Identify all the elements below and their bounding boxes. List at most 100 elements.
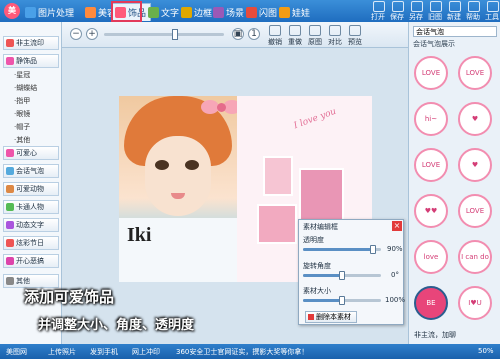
left-subcategory-3[interactable]: ·指甲 bbox=[14, 96, 30, 106]
status-bar: 美图网 上传照片 发到手机 网上冲印 360安全卫士官网证实，撰影大奖等你拿！ 50% bbox=[0, 344, 500, 359]
left-subcategory-1[interactable]: ·星冠 bbox=[14, 70, 30, 80]
tool-icon bbox=[430, 1, 442, 12]
fit-button[interactable]: ▣ bbox=[232, 28, 244, 40]
size-label: 素材大小 bbox=[303, 287, 331, 295]
status-link-3[interactable]: 发到手机 bbox=[90, 347, 118, 357]
tool-icon bbox=[487, 1, 499, 12]
toolbar-button-2[interactable]: 重做 bbox=[286, 25, 304, 46]
toolbar-button-label: 原图 bbox=[308, 38, 322, 46]
sticker-6[interactable]: ♥ bbox=[458, 148, 492, 182]
category-label: 开心恶搞 bbox=[16, 257, 44, 265]
tab-icon bbox=[85, 6, 96, 18]
left-eye-shape bbox=[155, 160, 169, 170]
sticker-4[interactable]: ♥ bbox=[458, 102, 492, 136]
tab-8[interactable]: 娃娃 bbox=[276, 3, 314, 21]
category-search-input[interactable]: 会话气泡 bbox=[413, 26, 497, 37]
sticker-11[interactable]: BE HAPPY bbox=[414, 286, 448, 320]
tab-icon bbox=[246, 6, 257, 18]
collage-photo-3 bbox=[257, 204, 297, 244]
category-icon bbox=[6, 185, 14, 193]
sticker-12[interactable]: I♥U bbox=[458, 286, 492, 320]
sticker-panel-header: 会话气泡展示 bbox=[413, 40, 455, 48]
status-link-2[interactable]: 上传照片 bbox=[48, 347, 76, 357]
toolbar-button-4[interactable]: 对比 bbox=[326, 25, 344, 46]
rotate-label: 旋转角度 bbox=[303, 262, 331, 270]
left-subcategory-4[interactable]: ·眼镜 bbox=[14, 109, 30, 119]
delete-material-button[interactable]: 删除本素材 bbox=[305, 311, 357, 323]
delete-material-label: 删除本素材 bbox=[316, 312, 351, 321]
left-category-8[interactable]: 炫彩节日 bbox=[3, 236, 59, 250]
left-category-3[interactable]: 可爱心 bbox=[3, 146, 59, 160]
collage-photo-1 bbox=[263, 156, 293, 196]
category-label: 可爱动物 bbox=[16, 185, 44, 193]
opacity-value: 90% bbox=[387, 245, 403, 253]
left-category-2[interactable]: 静饰品 bbox=[3, 54, 59, 68]
status-center-text[interactable]: 360安全卫士官网证实，撰影大奖等你拿！ bbox=[176, 347, 308, 357]
toolbar-button-1[interactable]: 撤销 bbox=[266, 25, 284, 46]
delete-icon bbox=[308, 314, 314, 320]
portrait-image: Iki bbox=[119, 96, 237, 282]
category-label: 会话气泡 bbox=[16, 167, 44, 175]
toolbar-button-label: 重做 bbox=[288, 38, 302, 46]
left-category-5[interactable]: 可爱动物 bbox=[3, 182, 59, 196]
category-icon bbox=[6, 277, 14, 285]
sticker-7[interactable]: ♥♥ bbox=[414, 194, 448, 228]
face-shape bbox=[145, 136, 211, 216]
size-slider-knob[interactable] bbox=[339, 296, 345, 305]
left-category-4[interactable]: 会话气泡 bbox=[3, 164, 59, 178]
left-category-9[interactable]: 开心恶搞 bbox=[3, 254, 59, 268]
photo-label: Iki bbox=[127, 224, 152, 246]
category-icon bbox=[6, 167, 14, 175]
sticker-8[interactable]: LOVE bbox=[458, 194, 492, 228]
sticker-2[interactable]: LOVE bbox=[458, 56, 492, 90]
top-tool-label: 打开 bbox=[371, 13, 385, 21]
sticker-1[interactable]: LOVE bbox=[414, 56, 448, 90]
left-subcategory-2[interactable]: ·蝴蝶结 bbox=[14, 83, 37, 93]
zoom-slider[interactable] bbox=[104, 33, 224, 36]
zoom-slider-knob[interactable] bbox=[172, 29, 178, 40]
top-tool-7[interactable]: 工具 bbox=[480, 1, 500, 21]
toolbar-button-icon bbox=[309, 25, 321, 36]
toolbar-button-label: 撤销 bbox=[268, 38, 282, 46]
tool-icon bbox=[373, 1, 385, 12]
status-link-1[interactable]: 美图网 bbox=[6, 347, 27, 357]
rotate-slider-fill bbox=[303, 274, 342, 277]
left-category-6[interactable]: 卡通人物 bbox=[3, 200, 59, 214]
left-category-1[interactable]: 非主流印 bbox=[3, 36, 59, 50]
tab-label: 图片处理 bbox=[38, 8, 75, 19]
tab-icon bbox=[148, 6, 159, 18]
dialog-close-button[interactable]: × bbox=[392, 221, 402, 231]
tab-label: 娃娃 bbox=[292, 8, 311, 19]
top-tool-label: 工具 bbox=[485, 13, 499, 21]
tab-1[interactable]: 图片处理 bbox=[22, 3, 78, 21]
caption-line-2: 并调整大小、角度、透明度 bbox=[38, 318, 195, 333]
zoom-in-button[interactable]: + bbox=[86, 28, 98, 40]
actual-size-button[interactable]: 1 bbox=[248, 28, 260, 40]
top-tool-label: 保存 bbox=[390, 13, 404, 21]
right-footer-link[interactable]: 非主流，加聊 bbox=[414, 330, 456, 340]
sticker-5[interactable]: LOVE bbox=[414, 148, 448, 182]
left-category-7[interactable]: 动态文字 bbox=[3, 218, 59, 232]
opacity-slider-knob[interactable] bbox=[370, 245, 377, 254]
toolbar-button-icon bbox=[349, 25, 361, 36]
right-eye-shape bbox=[185, 160, 199, 170]
category-label: 炫彩节日 bbox=[16, 239, 44, 247]
sticker-10[interactable]: I can do it bbox=[458, 240, 492, 274]
sticker-3[interactable]: hi~ bbox=[414, 102, 448, 136]
zoom-percent: 50% bbox=[478, 347, 494, 355]
left-subcategory-5[interactable]: ·帽子 bbox=[14, 122, 30, 132]
category-icon bbox=[6, 239, 14, 247]
tool-icon bbox=[449, 1, 461, 12]
top-tool-label: 另存 bbox=[409, 13, 423, 21]
toolbar-button-5[interactable]: 预览 bbox=[346, 25, 364, 46]
left-subcategory-6[interactable]: ·其他 bbox=[14, 135, 30, 145]
status-link-4[interactable]: 网上冲印 bbox=[132, 347, 160, 357]
zoom-out-button[interactable]: − bbox=[70, 28, 82, 40]
tab-label: 文字 bbox=[161, 8, 180, 19]
category-label: 动态文字 bbox=[16, 221, 44, 229]
sticker-9[interactable]: love bbox=[414, 240, 448, 274]
rotate-slider-knob[interactable] bbox=[339, 271, 345, 280]
opacity-label: 透明度 bbox=[303, 236, 324, 244]
toolbar-button-3[interactable]: 原图 bbox=[306, 25, 324, 46]
tab-icon bbox=[279, 6, 290, 18]
